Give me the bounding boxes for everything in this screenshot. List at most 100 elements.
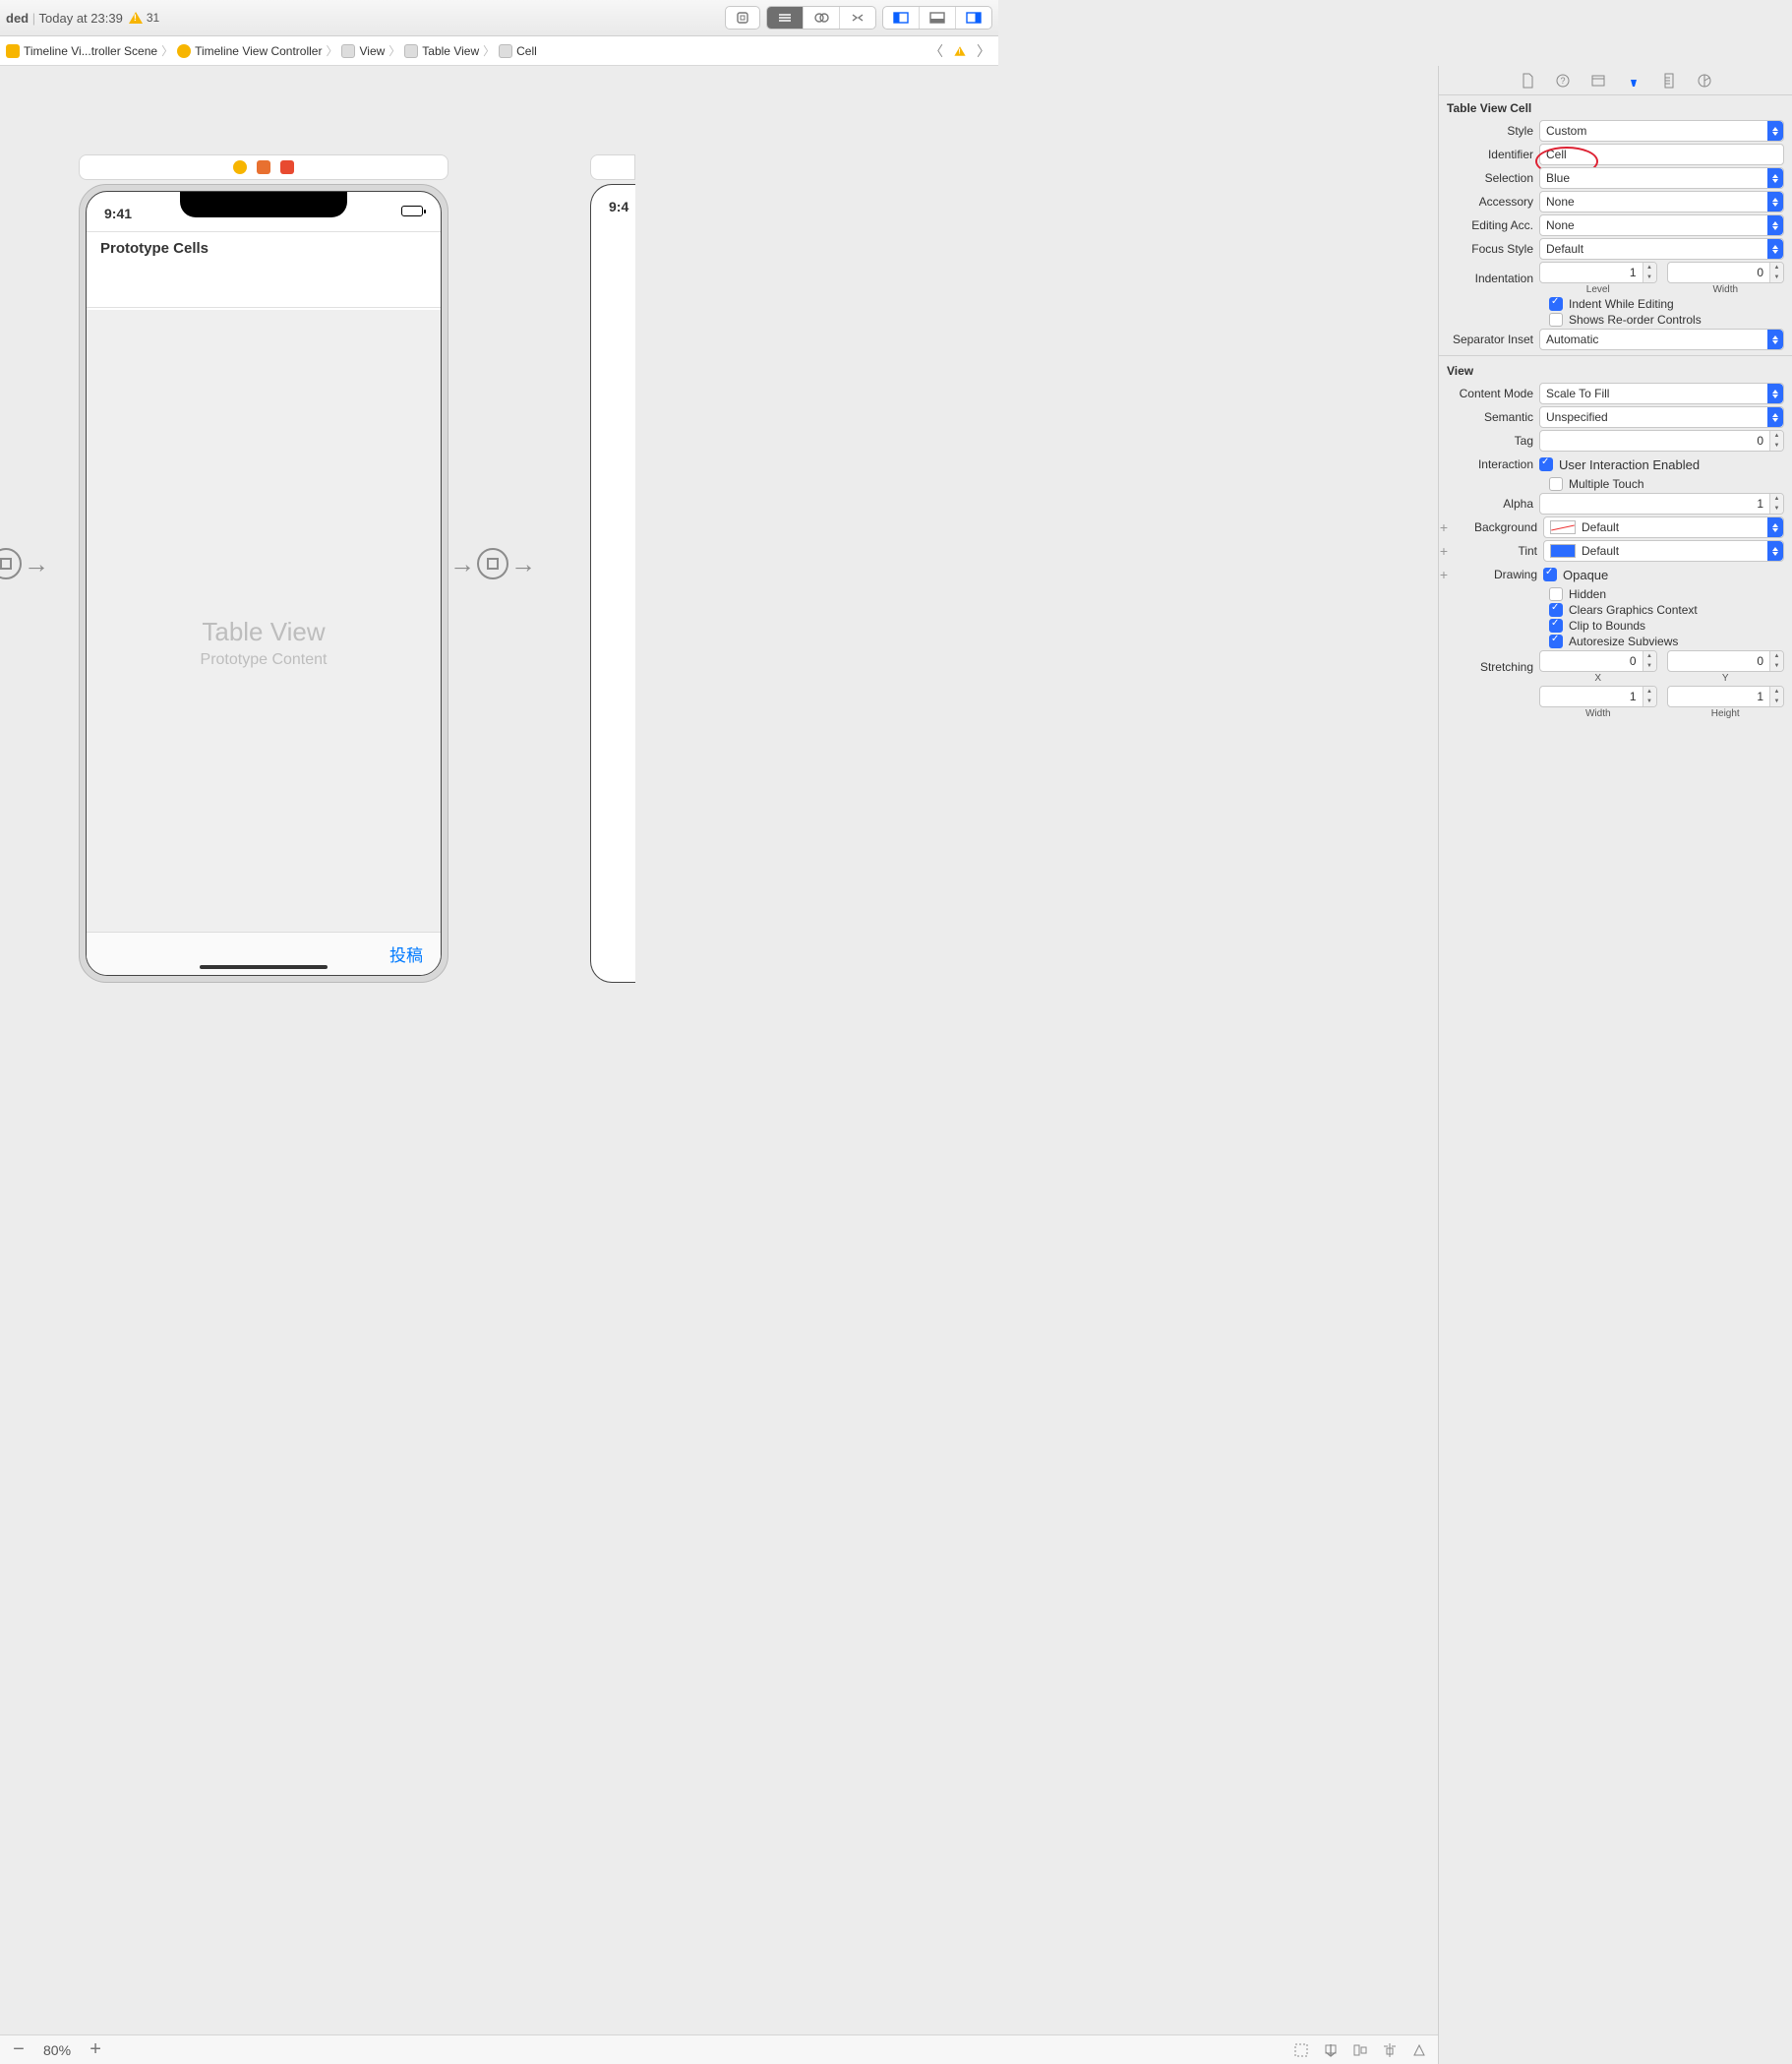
connections-inspector-tab[interactable] (1696, 72, 1713, 90)
crumb-view[interactable]: View (339, 44, 387, 58)
crumb-scene[interactable]: Timeline Vi...troller Scene (4, 44, 159, 58)
indent-while-editing-checkbox[interactable] (1549, 297, 1563, 311)
clears-graphics-checkbox[interactable] (1549, 603, 1563, 617)
identity-inspector-tab[interactable] (1589, 72, 1607, 90)
section-tableviewcell: Table View Cell (1439, 95, 1792, 119)
identifier-label: Identifier (1439, 148, 1533, 161)
segue-arrow[interactable]: →→ (448, 548, 538, 579)
alpha-input[interactable]: 1▲▼ (1539, 493, 1784, 515)
autoresize-checkbox[interactable] (1549, 635, 1563, 648)
swatch-icon (1550, 544, 1576, 558)
identifier-input[interactable]: Cell (1539, 144, 1784, 165)
first-responder-icon (257, 160, 270, 174)
zoom-out-button[interactable]: − (10, 2038, 28, 2061)
path-next-button[interactable]: 〉 (973, 41, 994, 61)
toggle-inspector-button[interactable] (956, 7, 991, 29)
scene-header[interactable] (79, 154, 448, 180)
crumb-viewcontroller[interactable]: Timeline View Controller (175, 44, 324, 58)
attributes-inspector-tab[interactable] (1625, 72, 1643, 90)
crumb-cell[interactable]: Cell (497, 44, 539, 58)
tag-input[interactable]: 0▲▼ (1539, 430, 1784, 452)
svg-text:?: ? (1560, 76, 1565, 86)
add-drawing-button[interactable]: + (1439, 567, 1449, 582)
stretch-y-input[interactable]: 0▲▼ (1667, 650, 1785, 672)
opaque-checkbox[interactable] (1543, 568, 1557, 581)
interface-builder-canvas[interactable]: → 9:41 Prototype Cells (0, 66, 1438, 2064)
segue-entry[interactable]: → (0, 548, 51, 579)
version-editor-button[interactable] (840, 7, 875, 29)
cell-icon (499, 44, 512, 58)
tableview-placeholder[interactable]: Table View Prototype Content (87, 310, 441, 975)
warning-badge[interactable]: 31 (129, 11, 159, 25)
standard-editor-button[interactable] (767, 7, 804, 29)
warning-count: 31 (147, 11, 159, 25)
device-frame: 9:41 Prototype Cells Table View Prototyp… (79, 184, 448, 983)
add-background-button[interactable]: + (1439, 519, 1449, 535)
separator-inset-select[interactable]: Automatic (1539, 329, 1784, 350)
interaction-label: Interaction (1439, 457, 1533, 471)
pin-icon[interactable] (1381, 2041, 1399, 2059)
separator-inset-label: Separator Inset (1439, 333, 1533, 346)
add-tint-button[interactable]: + (1439, 543, 1449, 559)
toggle-navigator-button[interactable] (883, 7, 920, 29)
style-label: Style (1439, 124, 1533, 138)
focus-style-select[interactable]: Default (1539, 238, 1784, 260)
adjacent-scene[interactable]: 9:4 (590, 154, 635, 983)
panel-toggle-segmented[interactable] (882, 6, 992, 30)
zoom-level[interactable]: 80% (43, 2042, 71, 2058)
embed-icon[interactable] (1322, 2041, 1340, 2059)
library-button[interactable] (725, 6, 760, 30)
accessory-label: Accessory (1439, 195, 1533, 209)
tableview-icon (404, 44, 418, 58)
hidden-checkbox[interactable] (1549, 587, 1563, 601)
tableview-title: Table View (202, 617, 325, 647)
background-select[interactable]: Default (1543, 516, 1784, 538)
exit-icon (280, 160, 294, 174)
tint-select[interactable]: Default (1543, 540, 1784, 562)
stretch-x-input[interactable]: 0▲▼ (1539, 650, 1657, 672)
clip-to-bounds-checkbox[interactable] (1549, 619, 1563, 633)
post-button[interactable]: 投稿 (389, 941, 423, 966)
alpha-label: Alpha (1439, 497, 1533, 511)
stretch-width-input[interactable]: 1▲▼ (1539, 686, 1657, 707)
semantic-label: Semantic (1439, 410, 1533, 424)
resolve-icon[interactable] (1410, 2041, 1428, 2059)
update-frames-icon[interactable] (1292, 2041, 1310, 2059)
path-prev-button[interactable]: 〈 (926, 41, 947, 61)
selection-label: Selection (1439, 171, 1533, 185)
prototype-cell[interactable] (87, 265, 441, 308)
toggle-debug-button[interactable] (920, 7, 956, 29)
warning-icon[interactable] (954, 46, 965, 56)
status-time: 9:41 (104, 206, 132, 221)
home-indicator (200, 965, 328, 969)
file-inspector-tab[interactable] (1519, 72, 1536, 90)
build-status: ded | Today at 23:39 (6, 11, 123, 26)
crumb-tableview[interactable]: Table View (402, 44, 481, 58)
vc-icon (233, 160, 247, 174)
status-prefix: ded (6, 11, 29, 26)
canvas-footer: − 80% + (0, 2034, 1438, 2064)
stretch-height-input[interactable]: 1▲▼ (1667, 686, 1785, 707)
help-inspector-tab[interactable]: ? (1554, 72, 1572, 90)
xcode-titlebar: ded | Today at 23:39 31 (0, 0, 998, 36)
prototype-cells-header: Prototype Cells (87, 231, 441, 265)
accessory-select[interactable]: None (1539, 191, 1784, 212)
zoom-in-button[interactable]: + (87, 2038, 104, 2061)
inspector-tabs[interactable]: ? (1439, 66, 1792, 95)
editor-mode-segmented[interactable] (766, 6, 876, 30)
jump-bar[interactable]: Timeline Vi...troller Scene 〉 Timeline Vi… (0, 36, 998, 66)
multiple-touch-checkbox[interactable] (1549, 477, 1563, 491)
size-inspector-tab[interactable] (1660, 72, 1678, 90)
indent-width-input[interactable]: 0▲▼ (1667, 262, 1785, 283)
assistant-editor-button[interactable] (804, 7, 840, 29)
semantic-select[interactable]: Unspecified (1539, 406, 1784, 428)
reorder-controls-checkbox[interactable] (1549, 313, 1563, 327)
editing-accessory-select[interactable]: None (1539, 214, 1784, 236)
style-select[interactable]: Custom (1539, 120, 1784, 142)
content-mode-select[interactable]: Scale To Fill (1539, 383, 1784, 404)
user-interaction-checkbox[interactable] (1539, 457, 1553, 471)
selection-select[interactable]: Blue (1539, 167, 1784, 189)
align-icon[interactable] (1351, 2041, 1369, 2059)
indent-level-input[interactable]: 1▲▼ (1539, 262, 1657, 283)
section-view: View (1439, 358, 1792, 382)
